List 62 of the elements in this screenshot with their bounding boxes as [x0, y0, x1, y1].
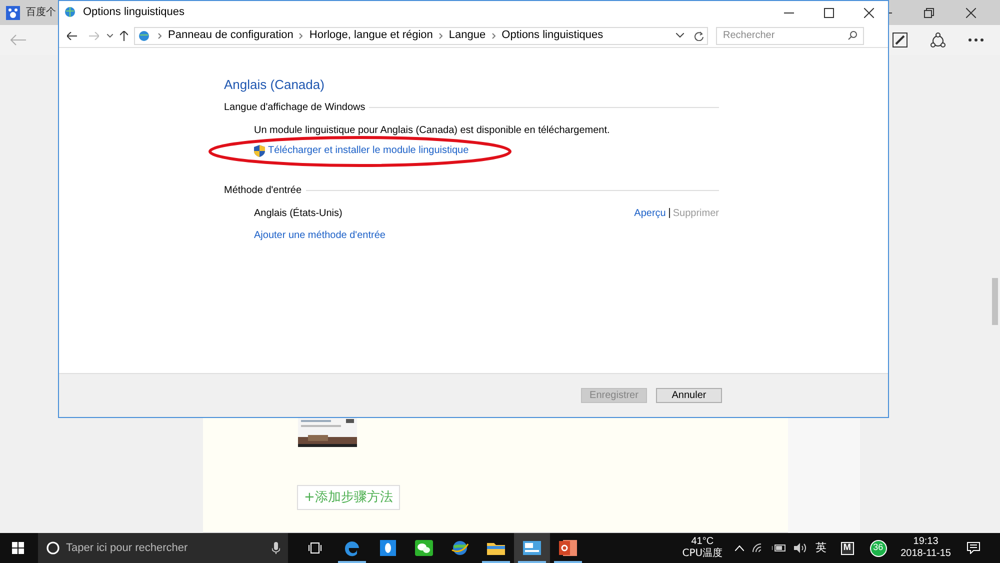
maximize-icon[interactable] [824, 8, 834, 18]
folder-icon [487, 541, 505, 555]
close-icon[interactable] [864, 8, 874, 18]
globe-icon [451, 539, 469, 557]
up-icon[interactable] [120, 30, 128, 40]
shield-icon [254, 144, 265, 156]
section-title: Méthode d'entrée [224, 184, 302, 198]
edge-icon [343, 539, 361, 557]
chevron-icon [492, 32, 496, 38]
dropdown-icon[interactable] [107, 34, 113, 38]
chat-bubbles-icon [415, 540, 433, 556]
info-text: Un module linguistique pour Anglais (Canada) est disponible en téléchargement. [254, 124, 611, 138]
dialog-button[interactable]: Annuler [656, 388, 722, 403]
breadcrumb-item[interactable]: Langue [448, 27, 486, 44]
breadcrumb-item[interactable]: Options linguistiques [502, 27, 604, 44]
windows-icon[interactable] [12, 542, 24, 554]
microphone-icon [272, 542, 280, 554]
address-bar[interactable]: Panneau de configuration Horloge, langue et région Langue Options linguistiques [134, 26, 708, 44]
breadcrumb-item[interactable]: Horloge, langue et région [309, 27, 433, 44]
section-title: Langue d'affichage de Windows [224, 100, 366, 114]
cpu-temperature: 41°C [691, 536, 714, 548]
penguin-icon [380, 540, 396, 556]
back-icon[interactable] [67, 32, 77, 40]
cortana-icon [46, 541, 60, 555]
cpu-label: CPU温度 [682, 548, 723, 560]
ime-mode-indicator[interactable]: M [840, 542, 854, 554]
add-method-link[interactable]: Ajouter une méthode d'entrée [254, 228, 386, 242]
search-icon [848, 31, 857, 40]
window-title: Options linguistiques [83, 5, 185, 20]
chevron-icon [158, 32, 162, 38]
taskbar-app[interactable] [514, 533, 550, 563]
task-view-icon[interactable] [308, 542, 322, 554]
notes-icon[interactable] [892, 32, 908, 48]
ime-indicator[interactable]: 英 [816, 540, 827, 556]
language-heading: Anglais (Canada) [224, 76, 326, 94]
battery-icon[interactable] [772, 544, 786, 552]
notification-icon[interactable] [967, 542, 980, 554]
chevron-up-icon[interactable] [734, 545, 744, 551]
more-icon[interactable] [968, 38, 984, 42]
restore-icon[interactable] [924, 8, 934, 18]
search-field[interactable]: Rechercher [716, 26, 864, 44]
globe-icon [138, 28, 152, 42]
paw-icon [6, 6, 20, 20]
input-method-name: Anglais (États-Unis) [254, 206, 342, 220]
globe-icon [64, 6, 78, 20]
taskbar-search-field[interactable]: Taper ici pour rechercher [38, 533, 288, 563]
control-panel-icon [523, 541, 541, 555]
scrollbar-thumb[interactable] [992, 278, 998, 325]
close-icon[interactable] [966, 8, 976, 18]
wifi-icon[interactable] [752, 543, 764, 553]
browser-tab-title[interactable]: 百度个 [26, 5, 56, 20]
share-icon[interactable] [930, 32, 946, 48]
presentation-icon [559, 540, 577, 556]
clock-time[interactable]: 19:13 [913, 536, 938, 548]
action-link[interactable]: Aperçu [634, 206, 666, 220]
speaker-icon[interactable] [794, 543, 808, 553]
chevron-icon [438, 32, 443, 38]
breadcrumb-item[interactable]: Panneau de configuration [168, 27, 294, 44]
dropdown-icon[interactable] [676, 33, 684, 38]
chevron-icon [299, 32, 304, 38]
refresh-icon[interactable] [694, 30, 704, 40]
clock-date[interactable]: 2018-11-15 [900, 548, 951, 560]
